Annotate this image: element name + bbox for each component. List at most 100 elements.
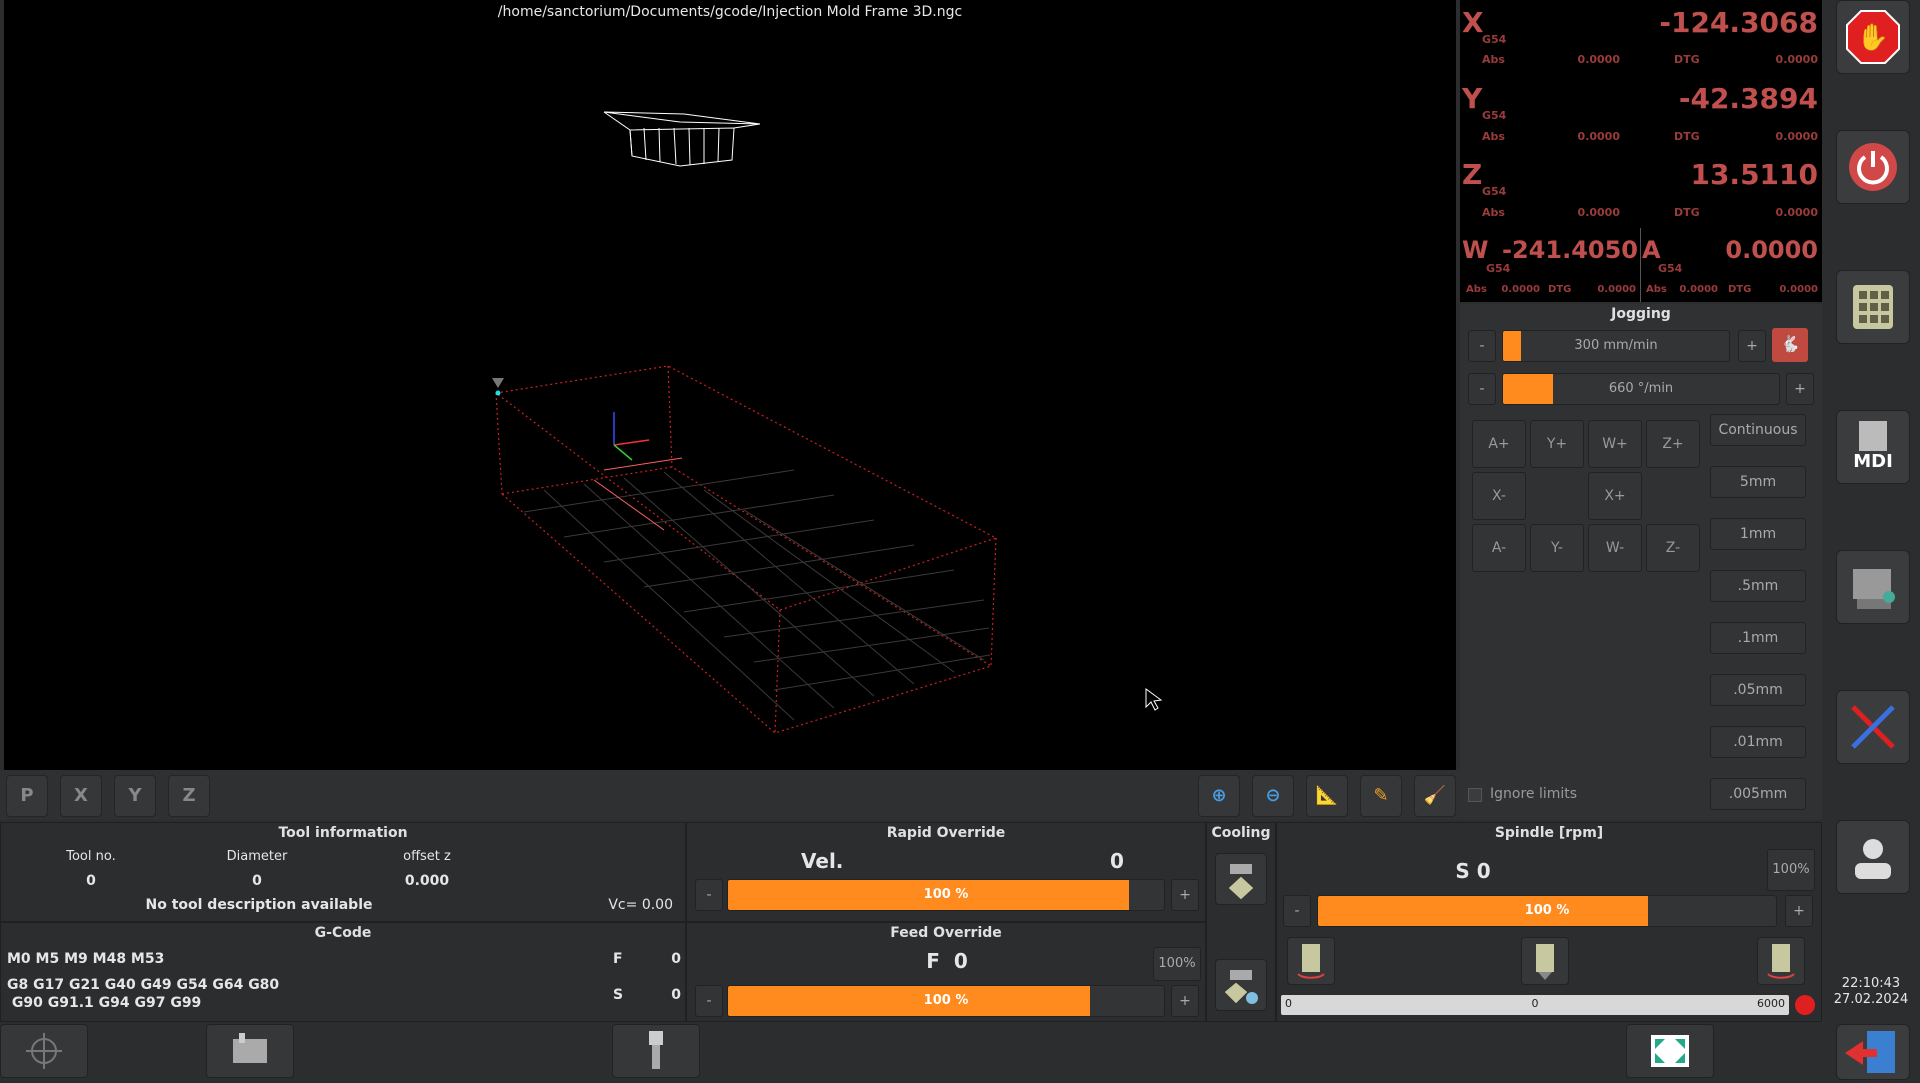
jog-y-plus-button[interactable]: Y+: [1530, 420, 1584, 468]
exit-button[interactable]: [1836, 1024, 1910, 1080]
user-mode-button[interactable]: [1836, 820, 1910, 894]
view-y-button[interactable]: Y: [114, 775, 156, 817]
spindle-minus-button[interactable]: -: [1283, 895, 1311, 927]
gcode-preview-viewport[interactable]: /home/sanctorium/Documents/gcode/Injecti…: [4, 0, 1456, 770]
jog-angular-plus-button[interactable]: +: [1786, 373, 1814, 405]
jog-a-minus-button[interactable]: A-: [1472, 524, 1526, 572]
axis-x-wcs: G54: [1482, 33, 1507, 46]
svg-text:✋: ✋: [1857, 22, 1889, 53]
jog-step-0.1mm-button[interactable]: .1mm: [1710, 622, 1806, 654]
jog-step-5mm-button[interactable]: 5mm: [1710, 466, 1806, 498]
clock-time: 22:10:43: [1841, 976, 1901, 991]
ref-all-button[interactable]: [0, 1024, 88, 1078]
view-perspective-button[interactable]: P: [6, 775, 48, 817]
rapid-override-panel: Rapid Override Vel. 0 - 100 % +: [686, 822, 1206, 922]
feed-plus-button[interactable]: +: [1171, 985, 1199, 1017]
machine-power-button[interactable]: [1836, 130, 1910, 204]
spindle-override-slider[interactable]: 100 %: [1317, 895, 1777, 927]
touch-off-button[interactable]: [206, 1024, 294, 1078]
spindle-cw-button[interactable]: [1757, 937, 1805, 985]
axis-a-abs-value: 0.0000: [1679, 284, 1718, 295]
dro-divider: [1640, 228, 1641, 302]
axis-w-value[interactable]: -241.4050: [1490, 236, 1638, 264]
tool-button[interactable]: [612, 1024, 700, 1078]
spindle-override-fill: [1318, 896, 1648, 926]
clock-date: 27.02.2024: [1833, 992, 1909, 1007]
jog-w-minus-button[interactable]: W-: [1588, 524, 1642, 572]
rapid-minus-button[interactable]: -: [695, 879, 723, 911]
jog-step-0.5mm-button[interactable]: .5mm: [1710, 570, 1806, 602]
zoom-out-icon: ⊖: [1265, 785, 1281, 806]
jog-step-0.05mm-button[interactable]: .05mm: [1710, 674, 1806, 706]
gcode-s-label: S: [613, 987, 624, 1003]
jog-angular-label: 660 °/min: [1608, 381, 1674, 396]
axis-a-abs-label: Abs: [1646, 284, 1667, 295]
ignore-limits-checkbox[interactable]: [1468, 788, 1482, 802]
jog-step-0.01mm-button[interactable]: .01mm: [1710, 726, 1806, 758]
manual-mode-button[interactable]: [1836, 270, 1910, 344]
dimensions-button[interactable]: 📐: [1306, 775, 1348, 817]
axis-z-dtg-value: 0.0000: [1775, 206, 1818, 219]
view-z-button[interactable]: Z: [168, 775, 210, 817]
jog-a-plus-button[interactable]: A+: [1472, 420, 1526, 468]
jog-w-plus-button[interactable]: W+: [1588, 420, 1642, 468]
view-x-button[interactable]: X: [60, 775, 102, 817]
axis-z-value[interactable]: 13.5110: [1580, 158, 1818, 191]
jog-z-plus-button[interactable]: Z+: [1646, 420, 1700, 468]
estop-button[interactable]: ✋: [1836, 0, 1910, 74]
settings-mode-button[interactable]: [1836, 690, 1910, 764]
clear-plot-button[interactable]: 🧹: [1414, 775, 1456, 817]
spindle-100-percent-button[interactable]: 100%: [1767, 849, 1815, 891]
jog-step-continuous-button[interactable]: Continuous: [1710, 414, 1806, 446]
rapid-override-slider[interactable]: 100 %: [727, 879, 1165, 911]
axis-x-label: X: [1462, 6, 1484, 39]
zoom-out-button[interactable]: ⊖: [1252, 775, 1294, 817]
axis-z-wcs: G54: [1482, 185, 1507, 198]
mist-coolant-icon: [1223, 970, 1258, 1005]
jog-speed-plus-button[interactable]: +: [1738, 330, 1766, 362]
jog-x-plus-button[interactable]: X+: [1588, 472, 1642, 520]
flood-coolant-button[interactable]: [1215, 853, 1267, 905]
jog-angular-minus-button[interactable]: -: [1468, 373, 1496, 405]
mdi-mode-button[interactable]: MDI: [1836, 410, 1910, 484]
zoom-in-button[interactable]: ⊕: [1198, 775, 1240, 817]
jog-z-minus-button[interactable]: Z-: [1646, 524, 1700, 572]
tool-info-panel: Tool information Tool no. Diameter offse…: [0, 822, 686, 922]
axis-a-dtg-label: DTG: [1728, 284, 1752, 295]
ignore-limits-label: Ignore limits: [1490, 786, 1578, 802]
spindle-plus-button[interactable]: +: [1785, 895, 1813, 927]
jog-speed-slider[interactable]: 300 mm/min: [1502, 330, 1730, 362]
jog-x-minus-button[interactable]: X-: [1472, 472, 1526, 520]
jog-rabbit-toggle[interactable]: 🐇: [1772, 328, 1808, 362]
fullscreen-button[interactable]: [1626, 1024, 1714, 1078]
axis-x-value[interactable]: -124.3068: [1580, 6, 1818, 39]
jog-y-minus-button[interactable]: Y-: [1530, 524, 1584, 572]
jog-angular-slider[interactable]: 660 °/min: [1502, 373, 1780, 405]
flood-coolant-icon: [1227, 864, 1255, 901]
file-path-title: /home/sanctorium/Documents/gcode/Injecti…: [497, 4, 963, 20]
reference-crosshair-icon: [26, 1033, 62, 1069]
spindle-cw-icon: [1767, 944, 1795, 979]
rapid-override-percent: 100 %: [923, 887, 969, 902]
feed-value: F 0: [926, 949, 968, 973]
jog-step-1mm-button[interactable]: 1mm: [1710, 518, 1806, 550]
axis-a-dtg-value: 0.0000: [1779, 284, 1818, 295]
axis-a-value[interactable]: 0.0000: [1670, 236, 1818, 264]
feed-minus-button[interactable]: -: [695, 985, 723, 1017]
jog-step-0.005mm-button[interactable]: .005mm: [1710, 778, 1806, 810]
jog-speed-minus-button[interactable]: -: [1468, 330, 1496, 362]
feed-override-slider[interactable]: 100 %: [727, 985, 1165, 1017]
axis-y-wcs: G54: [1482, 109, 1507, 122]
feed-100-percent-button[interactable]: 100%: [1153, 947, 1201, 981]
show-path-button[interactable]: ✎: [1360, 775, 1402, 817]
axis-y-value[interactable]: -42.3894: [1580, 82, 1818, 115]
rapid-plus-button[interactable]: +: [1171, 879, 1199, 911]
exit-door-icon: [1845, 1031, 1895, 1073]
auto-mode-button[interactable]: [1836, 550, 1910, 624]
mist-coolant-button[interactable]: [1215, 959, 1267, 1011]
origin-axes: [613, 412, 650, 461]
spindle-stop-button[interactable]: [1521, 937, 1569, 985]
spindle-ccw-button[interactable]: [1287, 937, 1335, 985]
broom-icon: 🧹: [1423, 785, 1447, 806]
feed-override-title: Feed Override: [890, 925, 1002, 941]
